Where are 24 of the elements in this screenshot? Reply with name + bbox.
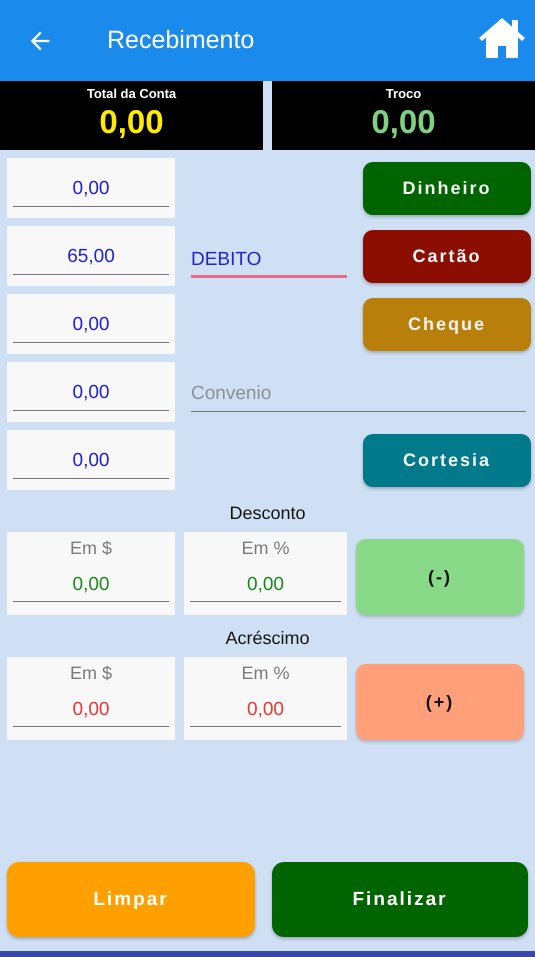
amount-field[interactable]: 0,00 [7,430,175,490]
input-field[interactable]: Em $ 0,00 [7,532,175,615]
input-field[interactable]: Em % 0,00 [184,657,347,740]
payment-button[interactable]: Cartão [363,230,531,282]
adjust-button[interactable]: (+) [356,664,524,740]
input-field[interactable]: Em $ 0,00 [7,657,175,740]
section-title: Acréscimo [224,628,310,649]
payment-button[interactable]: Cortesia [363,434,531,486]
finish-button[interactable]: Finalizar [272,862,528,937]
text-field[interactable]: DEBITO [191,249,347,278]
amount-field[interactable]: 65,00 [7,226,175,286]
screen-title: Recebimento [107,26,254,55]
total-value: 0,00 [99,103,164,141]
input-field[interactable]: Em % 0,00 [184,532,347,615]
section-title: Desconto [228,503,307,524]
amount-field[interactable]: 0,00 [7,294,175,354]
amount-field[interactable]: 0,00 [7,362,175,422]
amount-field[interactable]: 0,00 [7,158,175,218]
payment-button[interactable]: Dinheiro [363,162,531,214]
home-icon[interactable] [477,16,527,60]
total-label: Troco [386,86,422,101]
total-value: 0,00 [371,103,436,141]
adjust-button[interactable]: (-) [356,539,524,615]
total-label: Total da Conta [86,86,176,101]
